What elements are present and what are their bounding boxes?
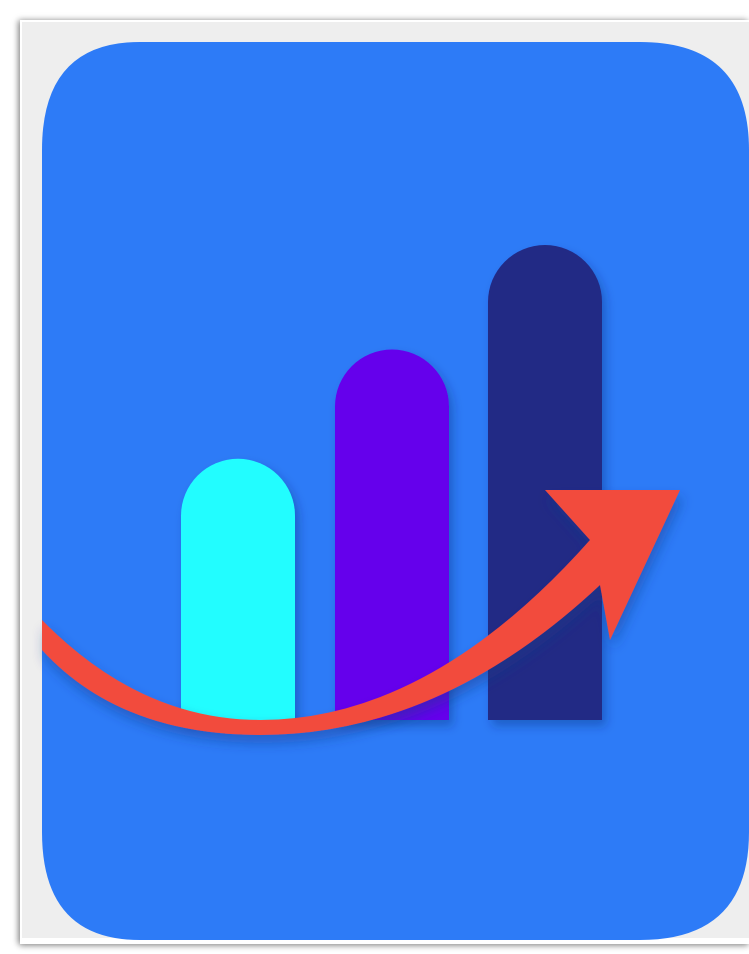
bar-chart-trend-up-icon <box>42 42 749 940</box>
chart-bar-short <box>181 458 295 720</box>
chart-bar-medium <box>335 349 449 720</box>
